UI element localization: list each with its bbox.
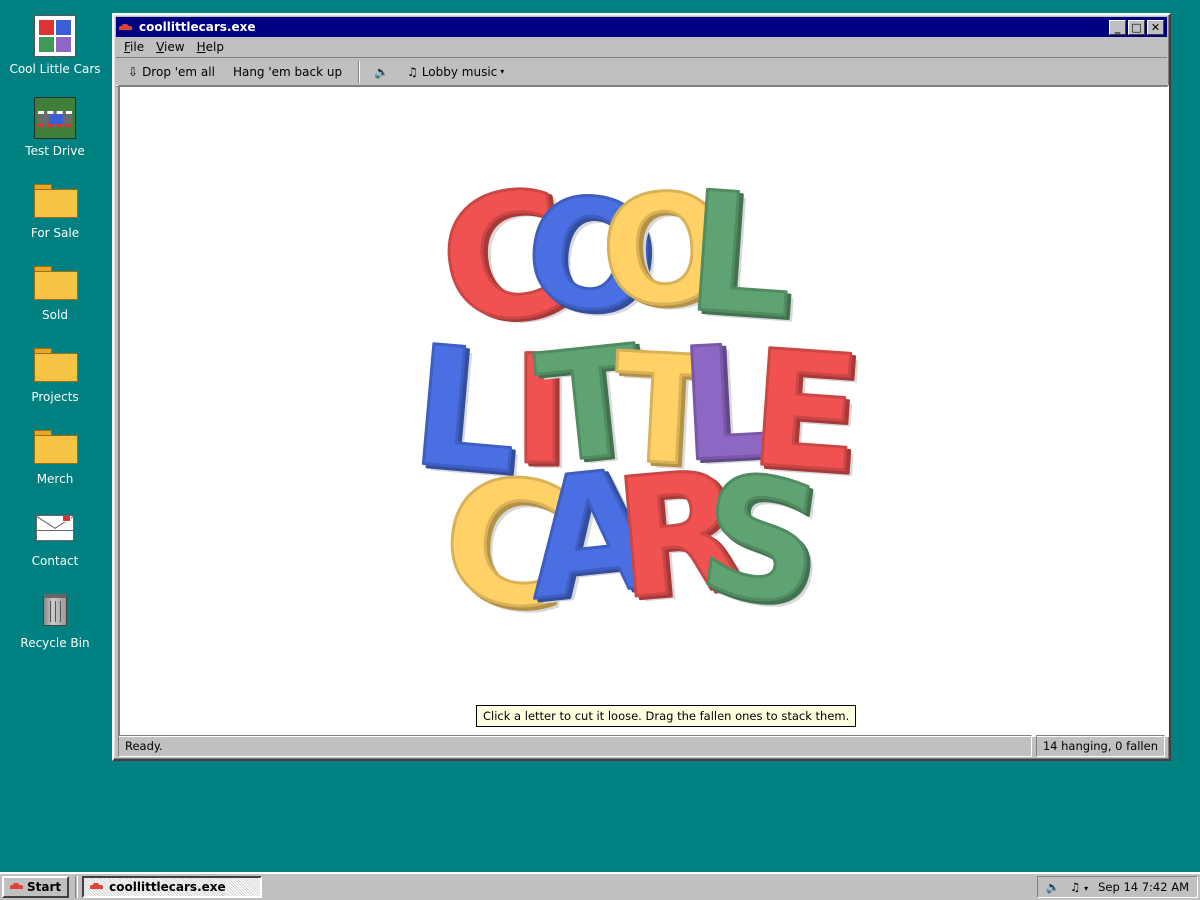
folder-icon (33, 178, 78, 222)
start-button[interactable]: Start (2, 876, 70, 898)
menu-accel: H (196, 40, 206, 54)
hanging-letters-logo: CCCOOOOOOLLLLLLIIITTTTTTLLLEEECCCAAARRRS… (403, 151, 874, 656)
desktop-icon-label: For Sale (30, 226, 80, 240)
desktop-icon-for-sale[interactable]: For Sale (6, 178, 104, 240)
speaker-icon: 🔈 (374, 64, 390, 79)
desktop-icon-label: Merch (36, 472, 74, 486)
desktop-icon-projects[interactable]: Projects (6, 342, 104, 404)
lobby-music-dropdown[interactable]: ♫ Lobby music ▾ (401, 62, 510, 82)
menu-label: elp (205, 40, 224, 54)
taskbar-item-coollittlecars[interactable]: coollittlecars.exe (82, 876, 263, 898)
arrow-down-icon: ⇩ (128, 64, 139, 79)
menu-help[interactable]: Help (191, 39, 230, 55)
desktop-icon-cool-little-cars[interactable]: Cool Little Cars (6, 14, 104, 76)
taskbar-divider (75, 876, 79, 898)
window-title: coollittlecars.exe (139, 20, 256, 34)
app-window: coollittlecars.exe _ □ ✕ File View Help … (112, 13, 1171, 761)
car-icon (119, 22, 133, 32)
status-text: Ready. (118, 735, 1032, 757)
taskbar-item-label: coollittlecars.exe (109, 880, 226, 894)
desktop-icon-contact[interactable]: Contact (6, 506, 104, 568)
car-icon (10, 883, 23, 891)
lobby-music-label: Lobby music (421, 64, 498, 79)
car-icon (90, 883, 104, 891)
window-titlebar[interactable]: coollittlecars.exe _ □ ✕ (116, 17, 1167, 37)
dropdown-caret-icon: ▾ (500, 67, 505, 76)
desktop-icon-test-drive[interactable]: Test Drive (6, 96, 104, 158)
desktop-icon-label: Projects (31, 390, 79, 404)
letters-canvas[interactable]: CCCOOOOOOLLLLLLIIITTTTTTLLLEEECCCAAARRRS… (118, 85, 1169, 737)
menu-view[interactable]: View (150, 39, 190, 55)
system-tray: 🔈 ♫ ▾ Sep 14 7:42 AM (1036, 876, 1198, 898)
folder-icon (33, 342, 78, 386)
desktop-icon-label: Test Drive (25, 144, 85, 158)
desktop-icon-label: Cool Little Cars (9, 62, 101, 76)
start-label: Start (27, 880, 62, 894)
drop-em-all-button[interactable]: ⇩ Drop 'em all (122, 62, 221, 82)
recycle-bin-icon (33, 588, 77, 632)
menu-bar: File View Help (114, 37, 1169, 57)
folder-icon (33, 260, 78, 304)
drop-em-all-label: Drop 'em all (142, 64, 215, 79)
taskbar: Start coollittlecars.exe 🔈 ♫ ▾ Sep 14 7:… (0, 872, 1200, 900)
sound-toggle-button[interactable]: 🔈 (368, 62, 395, 82)
maximize-button[interactable]: □ (1128, 19, 1145, 35)
logo-letter-s[interactable]: SSS (687, 435, 841, 651)
desktop-icon-label: Sold (42, 308, 68, 322)
instructions-tooltip: Click a letter to cut it loose. Drag the… (476, 705, 857, 727)
desktop-icon-label: Recycle Bin (20, 636, 90, 650)
desktop-icon-label: Contact (31, 554, 79, 568)
menu-label: iew (164, 40, 185, 54)
minimize-button[interactable]: _ (1109, 19, 1126, 35)
envelope-icon (33, 506, 77, 550)
hang-em-back-up-label: Hang 'em back up (232, 64, 343, 79)
music-note-icon: ♫ (1070, 880, 1081, 894)
desktop-icon-sold[interactable]: Sold (6, 260, 104, 322)
toolbar: ⇩ Drop 'em all Hang 'em back up 🔈 ♫ Lobb… (116, 57, 1167, 86)
menu-label: ile (130, 40, 145, 54)
close-button[interactable]: ✕ (1147, 19, 1164, 35)
clock: Sep 14 7:42 AM (1098, 880, 1189, 894)
toolbar-separator (358, 60, 361, 83)
desktop-icon-merch[interactable]: Merch (6, 424, 104, 486)
volume-icon[interactable]: 🔈 (1046, 880, 1060, 894)
music-note-icon: ♫ (407, 64, 418, 79)
menu-accel: V (156, 40, 165, 54)
desktop-icon-recycle-bin[interactable]: Recycle Bin (6, 588, 104, 650)
music-tray-toggle[interactable]: ♫ ▾ (1070, 880, 1088, 894)
dropdown-caret-icon: ▾ (1084, 884, 1089, 893)
hang-em-back-up-button[interactable]: Hang 'em back up (227, 62, 348, 82)
menu-file[interactable]: File (118, 39, 150, 55)
folder-icon (33, 424, 78, 468)
status-bar: Ready. 14 hanging, 0 fallen (118, 735, 1165, 757)
letter-count-status: 14 hanging, 0 fallen (1035, 735, 1165, 757)
test-drive-icon (33, 96, 77, 140)
cool-little-cars-logo-icon (33, 14, 77, 58)
